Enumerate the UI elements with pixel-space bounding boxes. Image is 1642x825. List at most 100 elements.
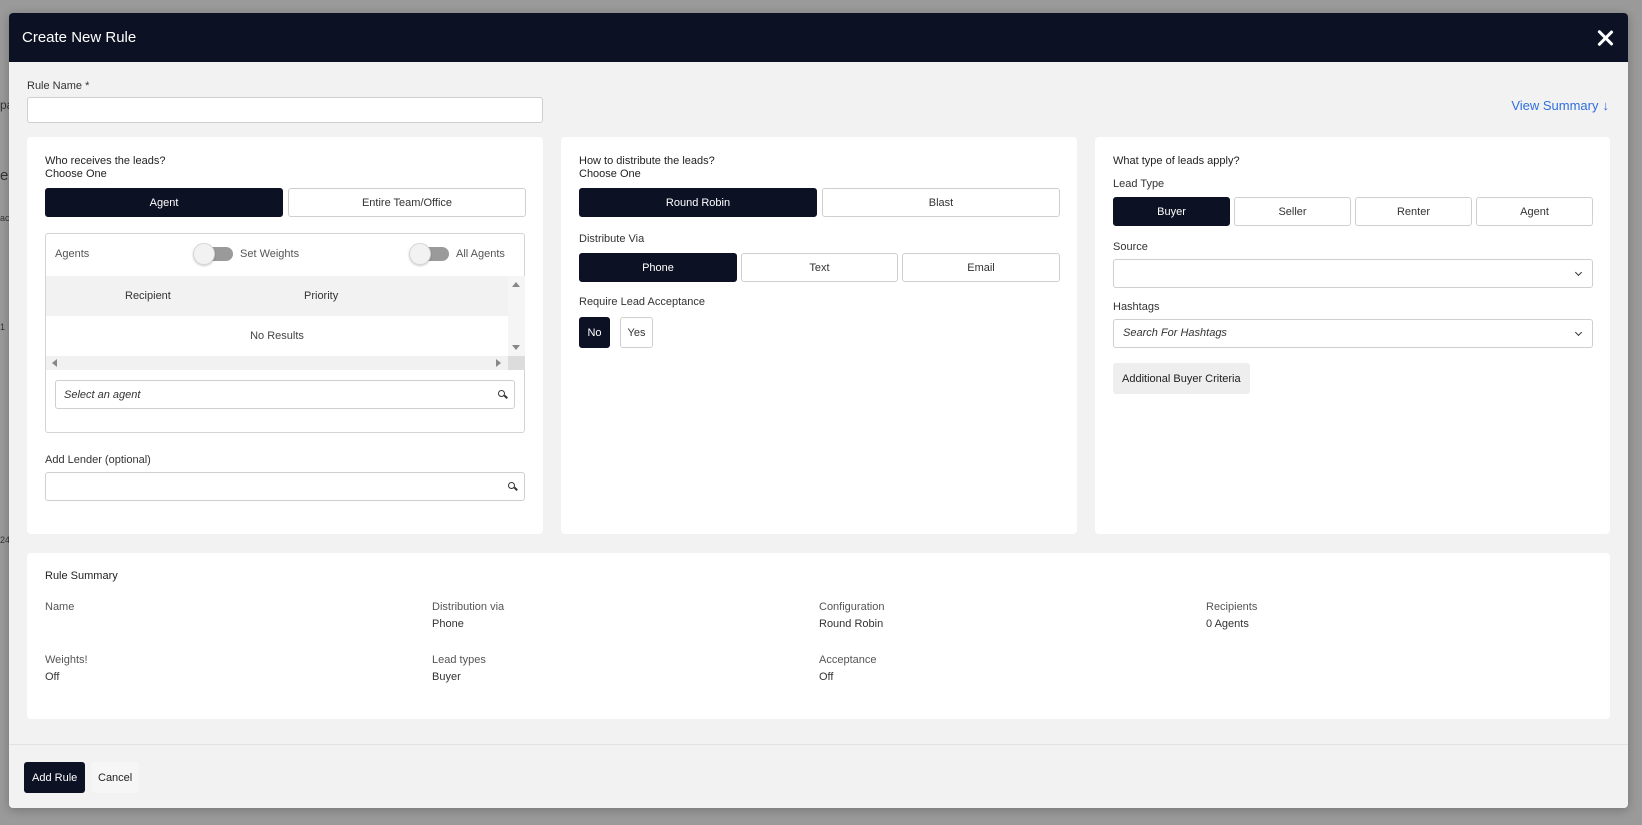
agent-search-input[interactable] — [56, 381, 469, 408]
summary-key: Recipients — [1206, 601, 1258, 613]
horizontal-scrollbar[interactable] — [46, 356, 525, 370]
summary-value: 0 Agents — [1206, 618, 1249, 630]
option-round-robin-button[interactable]: Round Robin — [579, 188, 817, 217]
scroll-up-icon[interactable] — [512, 282, 520, 287]
via-text-button[interactable]: Text — [741, 253, 898, 282]
distribution-heading: How to distribute the leads? Choose One — [579, 155, 715, 181]
hashtags-placeholder: Search For Hashtags — [1123, 327, 1227, 339]
add-rule-button[interactable]: Add Rule — [24, 762, 86, 793]
receivers-subtitle: Choose One — [45, 168, 107, 180]
all-agents-toggle[interactable] — [409, 243, 449, 265]
via-phone-button[interactable]: Phone — [579, 253, 737, 282]
recipients-empty-row: No Results — [46, 316, 508, 356]
footer-divider — [9, 744, 1628, 745]
summary-value: Round Robin — [819, 618, 884, 630]
search-icon[interactable] — [508, 482, 515, 489]
lead-type-buyer-button[interactable]: Buyer — [1113, 197, 1230, 226]
rule-summary-title: Rule Summary — [45, 570, 118, 582]
source-select[interactable] — [1113, 259, 1593, 288]
lender-search-input[interactable] — [46, 473, 477, 500]
scroll-right-icon[interactable] — [496, 359, 501, 367]
rule-summary: Rule Summary Name Distribution via Phone… — [27, 553, 1610, 719]
option-team-office-button[interactable]: Entire Team/Office — [288, 188, 526, 217]
distribute-via-label: Distribute Via — [579, 233, 645, 245]
summary-key: Lead types — [432, 654, 486, 666]
acceptance-label: Require Lead Acceptance — [579, 296, 705, 308]
summary-key: Configuration — [819, 601, 885, 613]
vertical-scrollbar[interactable] — [508, 276, 525, 356]
receiver-type-toggle: Agent Entire Team/Office — [45, 188, 526, 217]
agents-label: Agents — [55, 248, 90, 260]
lead-type-label: Lead Type — [1113, 178, 1165, 190]
lender-search-field — [45, 472, 525, 501]
summary-value: Buyer — [432, 671, 461, 683]
rule-name-input[interactable] — [27, 97, 543, 123]
all-agents-label: All Agents — [456, 248, 505, 260]
summary-value: Off — [45, 671, 60, 683]
recipients-table-header: Recipient Priority — [46, 276, 508, 316]
view-summary-label: View Summary — [1511, 98, 1599, 113]
summary-key: Name — [45, 601, 75, 613]
lead-type-toggle: Buyer Seller Renter Agent — [1113, 197, 1593, 226]
acceptance-yes-button[interactable]: Yes — [620, 317, 653, 348]
create-rule-modal: Create New Rule Rule Name * View Summary… — [9, 13, 1628, 808]
summary-item-configuration: Configuration Round Robin — [819, 599, 884, 633]
summary-value: Off — [819, 671, 834, 683]
distribution-title: How to distribute the leads? — [579, 155, 715, 167]
rule-name-label: Rule Name * — [27, 80, 90, 92]
scroll-down-icon[interactable] — [512, 345, 520, 350]
lead-type-seller-button[interactable]: Seller — [1234, 197, 1351, 226]
summary-item-lead-types: Lead types Buyer — [432, 652, 486, 686]
acceptance-no-button[interactable]: No — [579, 317, 610, 348]
summary-key: Weights! — [45, 654, 88, 666]
lender-label: Add Lender (optional) — [45, 454, 151, 466]
hashtags-select[interactable]: Search For Hashtags — [1113, 319, 1593, 348]
lead-type-renter-button[interactable]: Renter — [1355, 197, 1472, 226]
column-recipient: Recipient — [125, 290, 171, 302]
agents-toolbar: Agents Set Weights All Agents — [46, 234, 524, 274]
chevron-down-icon — [1574, 268, 1583, 277]
summary-key: Distribution via — [432, 601, 505, 613]
summary-value: Phone — [432, 618, 464, 630]
receivers-panel: Who receives the leads? Choose One Agent… — [27, 137, 543, 534]
scroll-left-icon[interactable] — [52, 359, 57, 367]
chevron-down-icon — [1574, 328, 1583, 337]
close-icon[interactable] — [1594, 27, 1616, 49]
distribution-panel: How to distribute the leads? Choose One … — [561, 137, 1077, 534]
lead-types-title: What type of leads apply? — [1113, 155, 1240, 167]
view-summary-link[interactable]: View Summary ↓ — [1511, 98, 1609, 113]
column-priority: Priority — [304, 290, 339, 302]
acceptance-toggle: No Yes — [579, 317, 653, 348]
option-agent-button[interactable]: Agent — [45, 188, 283, 217]
via-email-button[interactable]: Email — [902, 253, 1060, 282]
set-weights-toggle[interactable] — [193, 243, 233, 265]
modal-title: Create New Rule — [22, 29, 137, 46]
toggle-knob — [409, 243, 431, 265]
summary-key: Acceptance — [819, 654, 877, 666]
cancel-button[interactable]: Cancel — [91, 762, 140, 793]
summary-item-acceptance: Acceptance Off — [819, 652, 876, 686]
modal-header: Create New Rule — [9, 13, 1628, 62]
distribute-via-toggle: Phone Text Email — [579, 253, 1060, 282]
lead-type-agent-button[interactable]: Agent — [1476, 197, 1593, 226]
receivers-heading: Who receives the leads? Choose One — [45, 155, 165, 181]
summary-item-name: Name — [45, 599, 74, 616]
distribution-subtitle: Choose One — [579, 168, 641, 180]
receivers-title: Who receives the leads? — [45, 155, 166, 167]
agent-search-field — [55, 380, 515, 409]
arrow-down-icon: ↓ — [1602, 98, 1610, 113]
set-weights-label: Set Weights — [240, 248, 300, 260]
distribution-method-toggle: Round Robin Blast — [579, 188, 1060, 217]
option-blast-button[interactable]: Blast — [822, 188, 1060, 217]
additional-buyer-criteria-button[interactable]: Additional Buyer Criteria — [1113, 363, 1250, 394]
agents-box: Agents Set Weights All Agents Recipient … — [45, 233, 525, 433]
backdrop-text: 1 — [0, 322, 6, 332]
summary-item-recipients: Recipients 0 Agents — [1206, 599, 1257, 633]
summary-item-weights: Weights! Off — [45, 652, 88, 686]
hashtags-label: Hashtags — [1113, 301, 1160, 313]
search-icon[interactable] — [498, 390, 505, 397]
scrollbar-corner — [508, 356, 525, 370]
lead-types-panel: What type of leads apply? Lead Type Buye… — [1095, 137, 1610, 534]
toggle-knob — [193, 243, 215, 265]
summary-item-distribution: Distribution via Phone — [432, 599, 504, 633]
